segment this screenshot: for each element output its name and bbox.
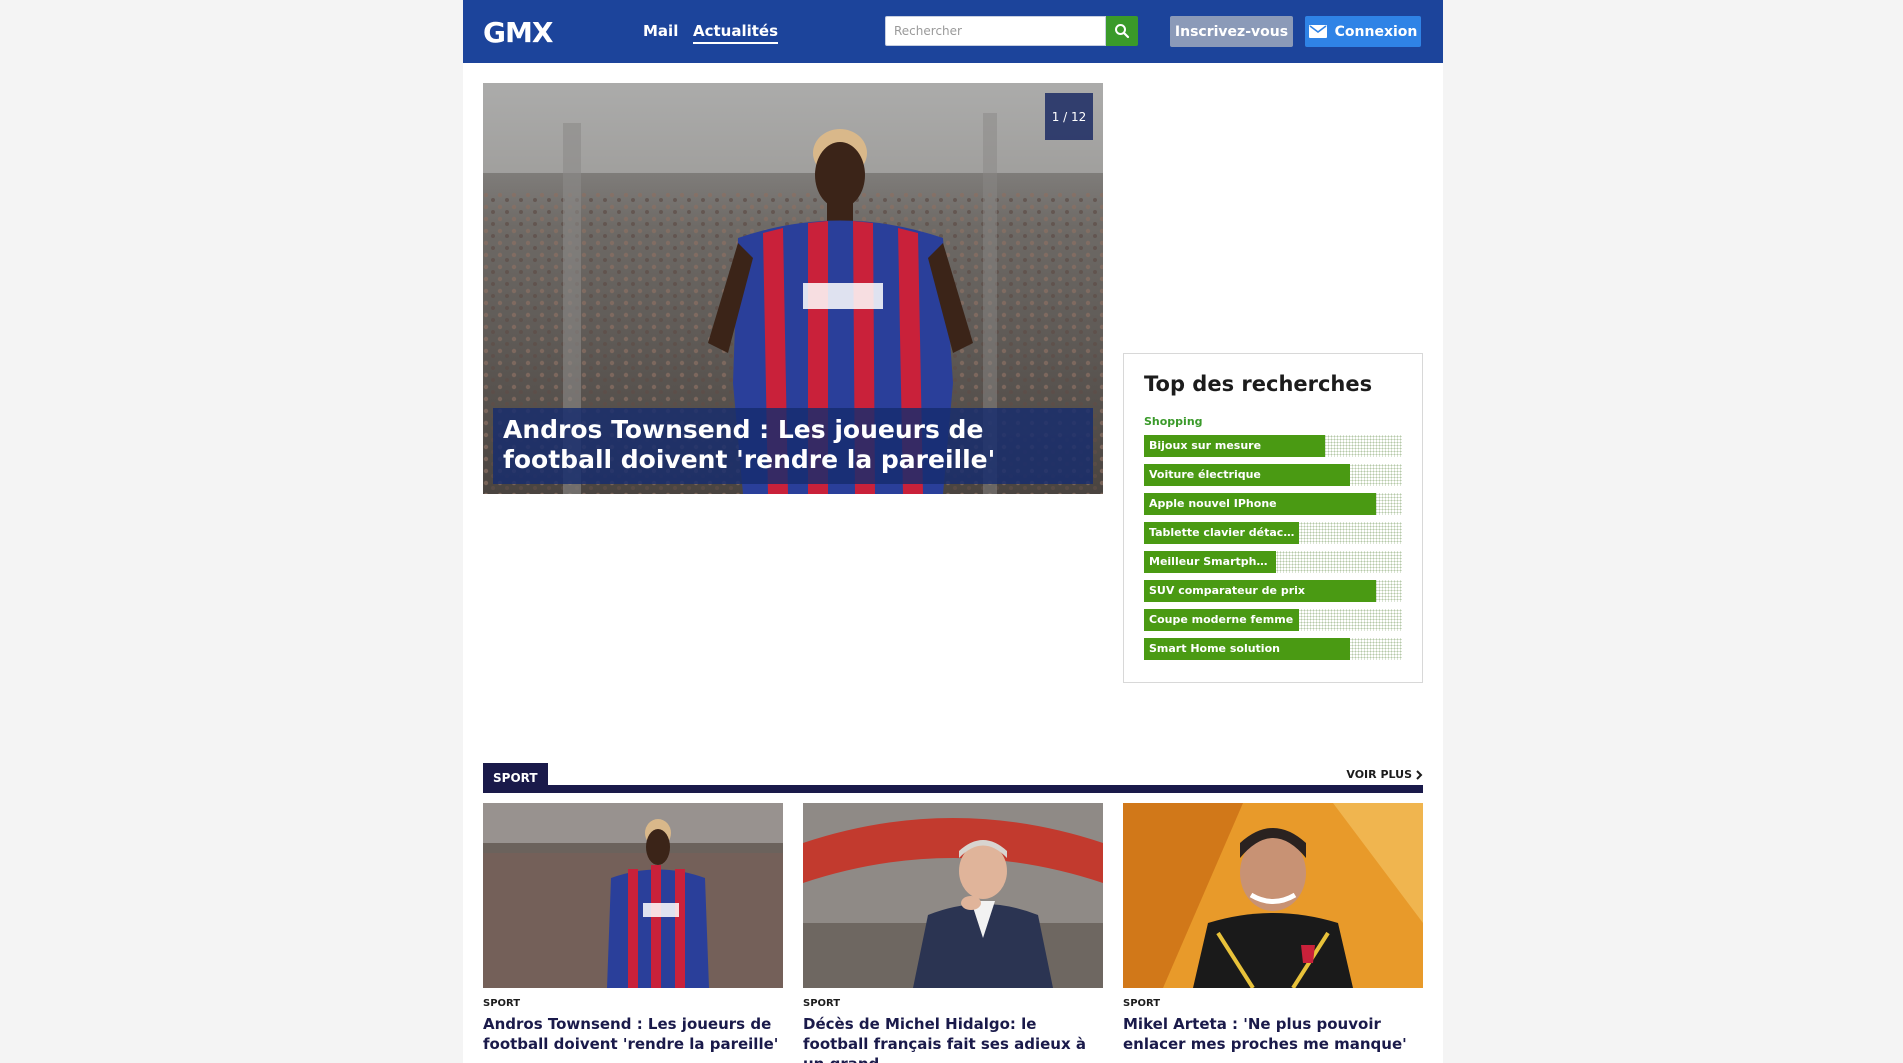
page: GMX Mail Actualités Inscrivez-vous Conne… (463, 0, 1443, 1063)
top-searches-list: Bijoux sur mesure Voiture électrique Apple… (1144, 435, 1402, 667)
news-card[interactable]: SPORT Andros Townsend : Les joueurs de f… (483, 803, 783, 1054)
see-more-label: VOIR PLUS (1346, 768, 1412, 781)
search-input[interactable] (885, 16, 1106, 46)
news-card-image[interactable] (483, 803, 783, 988)
top-search-item[interactable]: Meilleur Smartphone (1144, 551, 1402, 573)
top-search-item[interactable]: Tablette clavier détachable (1144, 522, 1402, 544)
card-photo (803, 803, 1103, 988)
top-searches-category: Shopping (1144, 415, 1203, 428)
hero-slider[interactable]: 1 / 12 Andros Townsend : Les joueurs de … (483, 83, 1103, 494)
login-label: Connexion (1334, 23, 1418, 40)
top-search-label: Voiture électrique (1149, 468, 1261, 481)
top-search-label: Apple nouvel IPhone (1149, 497, 1277, 510)
login-button[interactable]: Connexion (1305, 16, 1421, 47)
top-search-label: SUV comparateur de prix (1149, 584, 1306, 597)
gmx-logo[interactable]: GMX (483, 16, 553, 49)
top-search-item[interactable]: Coupe moderne femme (1144, 609, 1402, 631)
top-searches-widget: Top des recherches Shopping Bijoux sur m… (1123, 353, 1423, 683)
nav-news-link[interactable]: Actualités (693, 22, 779, 44)
section-label[interactable]: SPORT (483, 763, 548, 793)
hero-headline[interactable]: Andros Townsend : Les joueurs de footbal… (493, 408, 1093, 484)
card-photo (1123, 803, 1423, 988)
top-search-item[interactable]: Bijoux sur mesure (1144, 435, 1402, 457)
top-search-label: Smart Home solution (1149, 642, 1280, 655)
search-icon (1115, 24, 1130, 39)
slide-counter: 1 / 12 (1045, 93, 1093, 140)
top-search-item[interactable]: Smart Home solution (1144, 638, 1402, 660)
see-more-link[interactable]: VOIR PLUS (1346, 768, 1423, 781)
chevron-right-icon (1416, 769, 1423, 780)
news-card-category: SPORT (1123, 998, 1161, 1009)
top-searches-title: Top des recherches (1144, 372, 1373, 396)
search-button[interactable] (1106, 16, 1138, 46)
top-search-item[interactable]: Voiture électrique (1144, 464, 1402, 486)
news-card-title[interactable]: Décès de Michel Hidalgo: le football fra… (803, 1014, 1103, 1063)
news-card[interactable]: SPORT Mikel Arteta : 'Ne plus pouvoir en… (1123, 803, 1423, 1054)
news-card-image[interactable] (1123, 803, 1423, 988)
top-search-label: Bijoux sur mesure (1149, 439, 1262, 452)
section-header: SPORT VOIR PLUS (483, 763, 1423, 793)
top-search-label: Coupe moderne femme (1149, 613, 1294, 626)
nav-mail-link[interactable]: Mail (643, 22, 678, 40)
top-search-item[interactable]: SUV comparateur de prix (1144, 580, 1402, 602)
news-card-category: SPORT (483, 998, 521, 1009)
news-card-title[interactable]: Mikel Arteta : 'Ne plus pouvoir enlacer … (1123, 1014, 1423, 1054)
section-divider (483, 785, 1423, 793)
top-header: GMX Mail Actualités Inscrivez-vous Conne… (463, 0, 1443, 63)
news-card-category: SPORT (803, 998, 841, 1009)
top-search-item[interactable]: Apple nouvel IPhone (1144, 493, 1402, 515)
news-card-image[interactable] (803, 803, 1103, 988)
news-card-title[interactable]: Andros Townsend : Les joueurs de footbal… (483, 1014, 783, 1054)
card-photo (483, 803, 783, 988)
signup-button[interactable]: Inscrivez-vous (1170, 16, 1293, 47)
news-card[interactable]: SPORT Décès de Michel Hidalgo: le footba… (803, 803, 1103, 1063)
mail-icon (1308, 25, 1327, 38)
top-search-label: Tablette clavier détachable (1149, 526, 1296, 539)
top-search-label: Meilleur Smartphone (1149, 555, 1273, 568)
